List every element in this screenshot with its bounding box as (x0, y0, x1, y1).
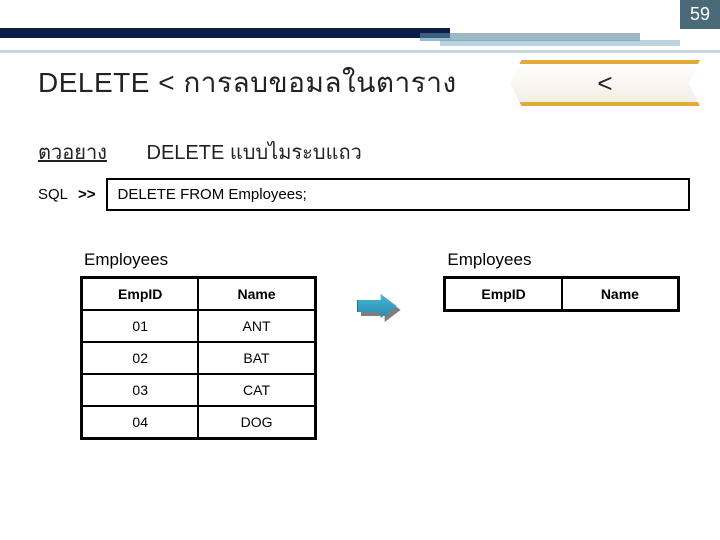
table-row: 02 BAT (82, 342, 316, 374)
cell: DOG (198, 406, 315, 439)
cell: 01 (82, 310, 199, 342)
title-badge: < (510, 60, 700, 106)
table-header-row: EmpID Name (82, 278, 316, 311)
cell: BAT (198, 342, 315, 374)
cell: ANT (198, 310, 315, 342)
table-row: 04 DOG (82, 406, 316, 439)
sql-code-box: DELETE FROM Employees; (106, 178, 690, 211)
table-row: 03 CAT (82, 374, 316, 406)
cell: 04 (82, 406, 199, 439)
example-label: ตวอยาง (38, 142, 107, 164)
decorative-stripes (0, 28, 720, 56)
table-row: 01 ANT (82, 310, 316, 342)
col-name: Name (562, 278, 679, 311)
employees-table-before: EmpID Name 01 ANT 02 BAT 03 CAT 04 DOG (80, 276, 317, 440)
slide-title: DELETE < การลบขอมลในตาราง (38, 61, 457, 105)
col-empid: EmpID (82, 278, 199, 311)
cell: 02 (82, 342, 199, 374)
arrow-right-icon (357, 294, 404, 324)
left-table-title: Employees (84, 250, 317, 270)
cell: 03 (82, 374, 199, 406)
cell: CAT (198, 374, 315, 406)
col-name: Name (198, 278, 315, 311)
right-table-title: Employees (447, 250, 680, 270)
sql-arrow-icon: >> (78, 186, 96, 203)
page-number: 59 (680, 0, 720, 29)
left-table-wrap: Employees EmpID Name 01 ANT 02 BAT 03 CA… (80, 250, 317, 440)
example-description: DELETE แบบไมระบแถว (147, 142, 362, 164)
col-empid: EmpID (445, 278, 562, 311)
employees-table-after: EmpID Name (443, 276, 680, 312)
example-subtitle: ตวอยาง DELETE แบบไมระบแถว (38, 136, 362, 168)
right-table-wrap: Employees EmpID Name (443, 250, 680, 312)
sql-label: SQL (38, 186, 68, 203)
table-header-row: EmpID Name (445, 278, 679, 311)
